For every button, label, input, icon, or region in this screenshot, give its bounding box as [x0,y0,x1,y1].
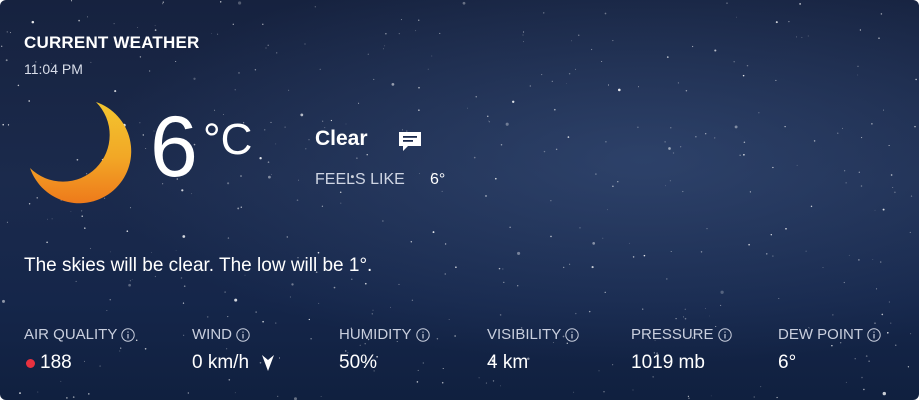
temperature-unit: °C [203,115,253,164]
visibility-label: VISIBILITY [487,326,562,343]
dew-point-value: 6° [778,352,797,373]
pressure-label: PRESSURE [631,326,714,343]
air-quality-label: AIR QUALITY [24,326,118,343]
stat-pressure[interactable]: PRESSURE 1019 mb [631,326,732,374]
stat-air-quality[interactable]: AIR QUALITY 188 [24,326,136,374]
air-quality-indicator [26,358,35,368]
info-icon[interactable] [717,327,732,342]
air-quality-value: 188 [40,352,72,373]
stat-humidity[interactable]: HUMIDITY 50% [339,326,430,374]
dew-point-label: DEW POINT [778,326,863,343]
card-title: CURRENT WEATHER [24,33,200,52]
temperature-value: 6 [150,99,198,195]
stat-visibility[interactable]: VISIBILITY 4 km [487,326,579,374]
wind-label: WIND [192,326,232,343]
feels-like-label: FEELS LIKE [315,171,405,188]
current-weather-card: CURRENT WEATHER 11:04 PM 6 °C Clear FEEL… [0,0,919,400]
stat-wind[interactable]: WIND 0 km/h [192,326,275,374]
observation-time: 11:04 PM [24,61,83,77]
info-icon[interactable] [867,327,881,342]
wind-value: 0 km/h [192,352,250,373]
humidity-value: 50% [339,352,378,373]
wind-direction-arrow-icon [262,355,275,371]
moon-icon [30,102,132,204]
stat-dew-point[interactable]: DEW POINT 6° [778,326,881,374]
info-icon[interactable] [415,327,430,342]
condition-text: Clear [315,127,368,150]
humidity-label: HUMIDITY [339,326,412,343]
forecast-summary: The skies will be clear. The low will be… [24,255,373,276]
visibility-value: 4 km [487,352,529,373]
info-icon[interactable] [121,327,136,342]
chat-icon[interactable] [398,130,422,152]
info-icon[interactable] [565,327,579,342]
info-icon[interactable] [236,327,250,342]
feels-like-value: 6° [430,171,446,188]
pressure-value: 1019 mb [631,352,705,373]
